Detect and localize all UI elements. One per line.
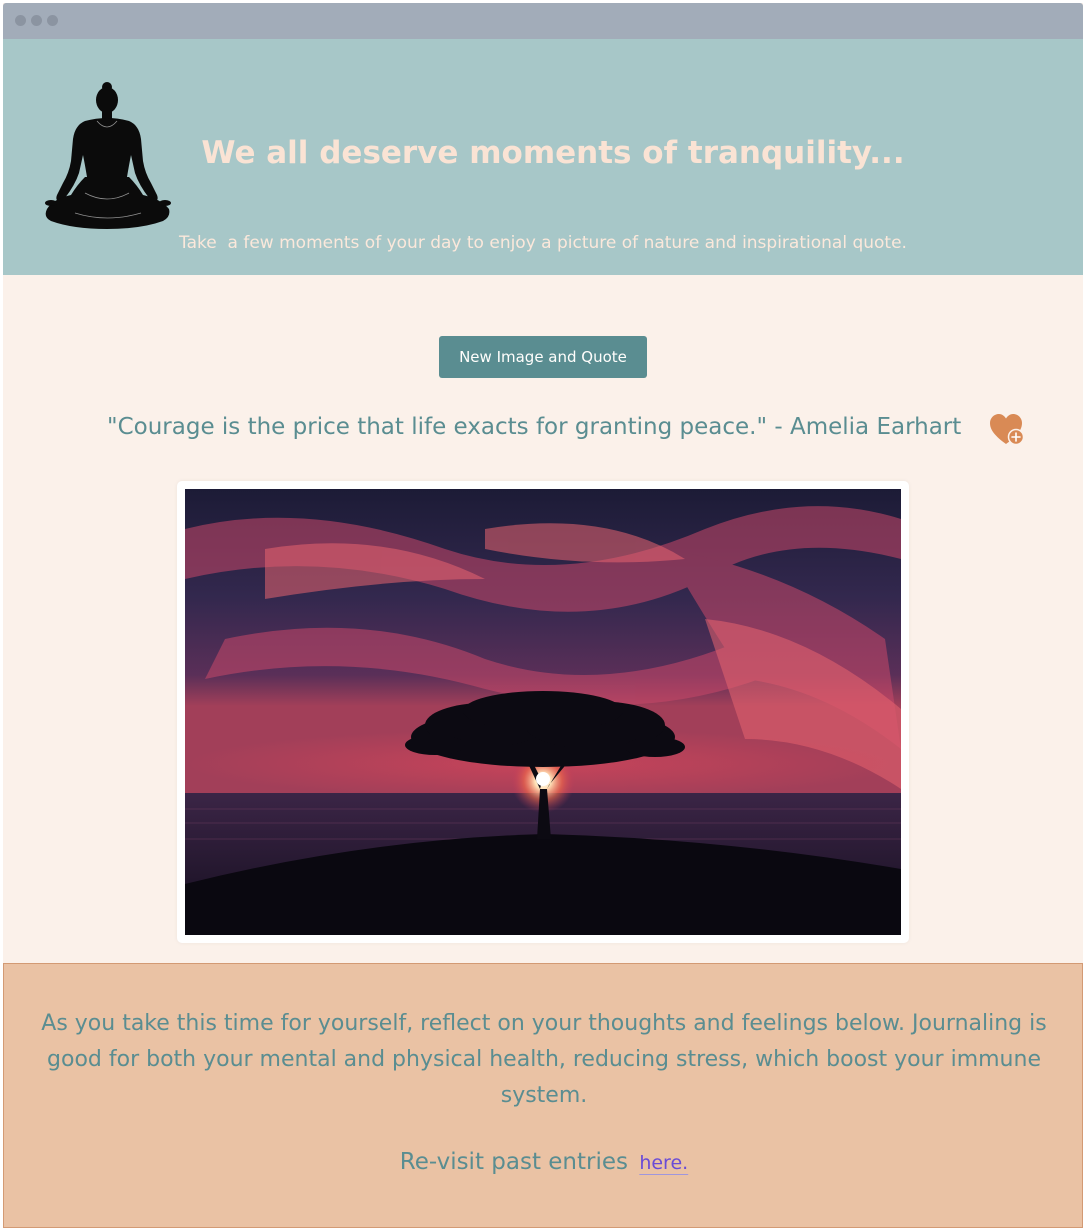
heart-plus-icon[interactable] <box>989 413 1025 447</box>
nature-photo-frame <box>177 481 909 943</box>
window-titlebar <box>3 3 1083 39</box>
inspirational-quote: "Courage is the price that life exacts f… <box>107 414 962 440</box>
window-dot-minimize[interactable] <box>31 15 42 26</box>
journal-prompt: As you take this time for yourself, refl… <box>41 1011 1047 1108</box>
revisit-text: Re-visit past entries <box>399 1149 629 1175</box>
window-dot-close[interactable] <box>15 15 26 26</box>
page-header: We all deserve moments of tranquility...… <box>3 39 1083 275</box>
journal-section: As you take this time for yourself, refl… <box>3 963 1083 1228</box>
window-dot-maximize[interactable] <box>47 15 58 26</box>
revisit-entries: Re-visit past entries here. <box>4 1149 1083 1175</box>
nature-photo <box>185 489 901 935</box>
browser-window: We all deserve moments of tranquility...… <box>3 3 1083 1228</box>
past-entries-link[interactable]: here. <box>639 1152 688 1174</box>
page-subheadline: Take a few moments of your day to enjoy … <box>179 233 907 253</box>
page-headline: We all deserve moments of tranquility... <box>201 135 905 171</box>
new-image-quote-button[interactable]: New Image and Quote <box>439 336 647 378</box>
